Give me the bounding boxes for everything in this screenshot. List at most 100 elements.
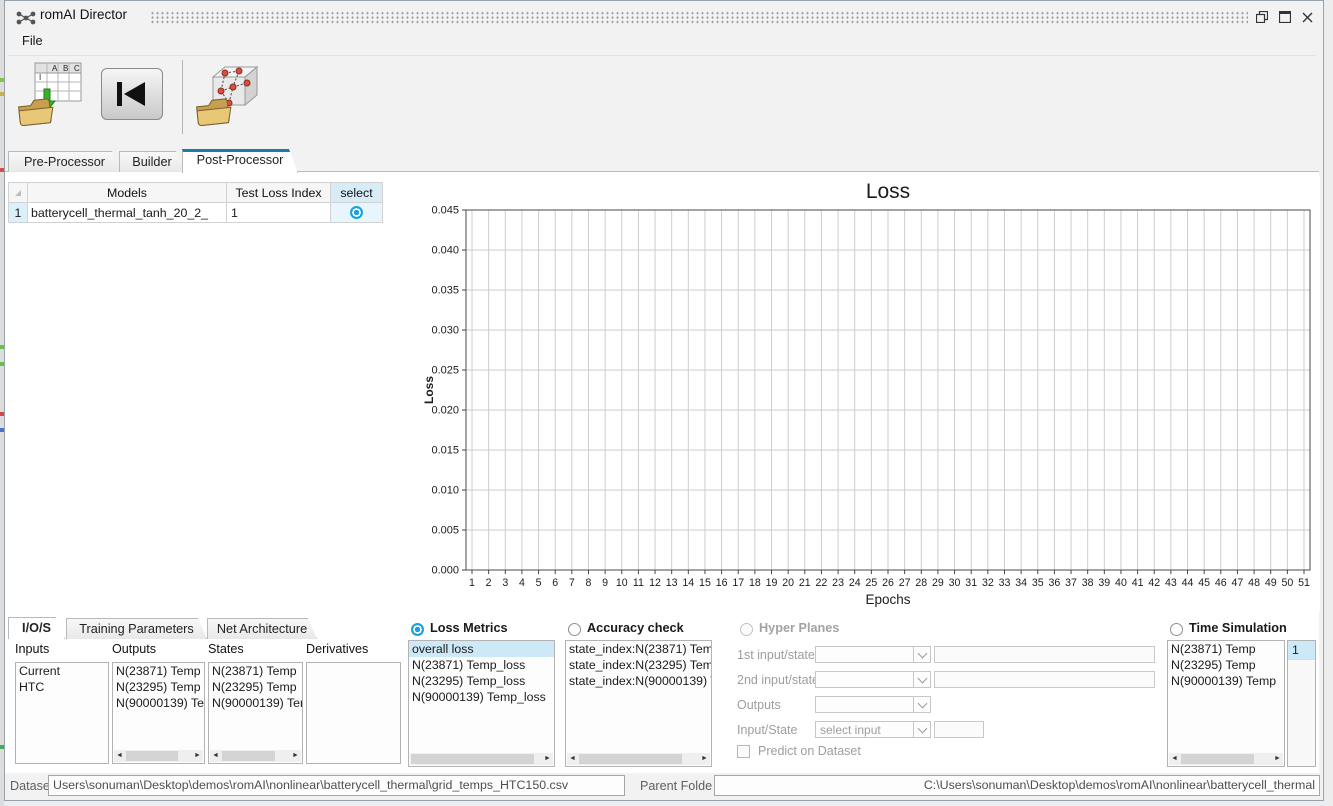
scroll-right-icon[interactable]: ►	[192, 750, 203, 762]
list-item[interactable]: N(90000139) Temp	[209, 695, 302, 711]
tab-ios[interactable]: I/O/S	[8, 617, 65, 639]
menu-file[interactable]: File	[18, 32, 47, 49]
svg-text:24: 24	[849, 577, 861, 589]
first-input-state-combo[interactable]	[815, 646, 931, 663]
svg-text:I: I	[39, 73, 41, 82]
list-item[interactable]: N(23871) Temp	[209, 663, 302, 679]
scroll-left-icon[interactable]: ◄	[210, 750, 221, 762]
row-header[interactable]: 1	[8, 203, 28, 223]
accuracy-check-radio[interactable]	[568, 623, 581, 636]
test-loss-index-cell[interactable]: 1	[227, 203, 331, 223]
tab-post-processor[interactable]: Post-Processor	[182, 149, 298, 173]
outputs-combo[interactable]	[815, 696, 931, 713]
scroll-thumb[interactable]	[411, 754, 534, 764]
list-item[interactable]: N(23295) Temp_loss	[409, 673, 554, 689]
list-item[interactable]: N(23295) Temp	[209, 679, 302, 695]
outputs-list[interactable]: N(23871) Temp N(23295) Temp N(90000139) …	[112, 662, 205, 764]
scroll-thumb[interactable]	[222, 751, 275, 761]
combo-arrow-box[interactable]	[913, 672, 930, 687]
svg-text:36: 36	[1049, 577, 1061, 589]
scroll-right-icon[interactable]: ►	[542, 753, 553, 765]
scroll-right-icon[interactable]: ►	[290, 750, 301, 762]
accuracy-check-list[interactable]: state_index:N(23871) Temp state_index:N(…	[565, 640, 712, 767]
derivatives-list[interactable]	[306, 662, 401, 764]
input-state-field[interactable]	[934, 721, 984, 738]
list-item[interactable]: N(23871) Temp	[1168, 641, 1284, 657]
scroll-right-icon[interactable]: ►	[699, 753, 710, 765]
svg-text:0.020: 0.020	[431, 405, 459, 417]
horizontal-scrollbar[interactable]: ◄ ►	[567, 753, 710, 765]
scroll-thumb[interactable]	[1181, 754, 1254, 764]
column-header-select[interactable]: select	[331, 182, 383, 203]
list-item[interactable]: N(23871) Temp_loss	[409, 657, 554, 673]
chevron-down-icon	[917, 723, 927, 733]
scroll-right-icon[interactable]: ►	[1272, 753, 1283, 765]
loss-metrics-radio[interactable]	[411, 623, 424, 636]
list-item[interactable]: N(90000139) Temp_loss	[409, 689, 554, 705]
first-input-state-field[interactable]	[934, 646, 1155, 663]
tab-builder[interactable]: Builder	[119, 151, 185, 172]
scroll-left-icon[interactable]: ◄	[1169, 753, 1180, 765]
combo-arrow-box[interactable]	[913, 697, 930, 712]
header-label: Test Loss Index	[235, 186, 321, 200]
list-item-selected[interactable]: overall loss	[409, 641, 554, 657]
list-item[interactable]: state_index:N(23871) Temp	[566, 641, 711, 657]
list-item[interactable]: N(23871) Temp	[113, 663, 204, 679]
time-simulation-radio[interactable]	[1170, 623, 1183, 636]
tab-pre-processor[interactable]: Pre-Processor	[8, 151, 121, 172]
list-item[interactable]: HTC	[16, 679, 108, 695]
tab-net-architecture[interactable]: Net Architecture	[207, 618, 317, 639]
dataset-path-field[interactable]: Users\sonuman\Desktop\demos\romAI\nonlin…	[48, 775, 625, 796]
horizontal-scrollbar[interactable]: ◄ ►	[114, 750, 203, 762]
time-simulation-list[interactable]: N(23871) Temp N(23295) Temp N(90000139) …	[1167, 640, 1285, 767]
inputs-list[interactable]: Current HTC	[15, 662, 109, 764]
float-icon[interactable]	[1253, 9, 1271, 25]
list-item[interactable]: N(90000139) Temp	[113, 695, 204, 711]
svg-text:B: B	[63, 64, 68, 73]
list-item[interactable]: N(23295) Temp	[1168, 657, 1284, 673]
index-cell[interactable]: 1	[1288, 641, 1315, 660]
parent-folder-path-field[interactable]: C:\Users\sonuman\Desktop\demos\romAI\non…	[714, 775, 1320, 796]
hyper-planes-radio[interactable]	[740, 623, 753, 636]
predict-on-dataset-checkbox[interactable]	[737, 745, 750, 758]
import-dataset-button[interactable]: A B C I	[16, 60, 84, 132]
model-name-cell[interactable]: batterycell_thermal_tanh_20_2_	[28, 203, 227, 223]
parent-folder-label: Parent Folder	[640, 779, 712, 793]
tab-training-parameters[interactable]: Training Parameters	[66, 618, 207, 639]
scroll-thumb[interactable]	[126, 751, 178, 761]
horizontal-scrollbar[interactable]: ◄ ►	[1169, 753, 1283, 765]
list-item[interactable]: state_index:N(90000139) Temp	[566, 673, 711, 689]
states-list[interactable]: N(23871) Temp N(23295) Temp N(90000139) …	[208, 662, 303, 764]
reset-button[interactable]	[101, 68, 163, 120]
loss-metrics-list[interactable]: overall loss N(23871) Temp_loss N(23295)…	[408, 640, 555, 767]
list-item[interactable]: state_index:N(23295) Temp	[566, 657, 711, 673]
titlebar-drag-texture[interactable]	[150, 11, 1248, 24]
svg-text:2: 2	[486, 577, 492, 589]
select-cell[interactable]	[331, 203, 383, 223]
dataset-path: Users\sonuman\Desktop\demos\romAI\nonlin…	[53, 778, 568, 792]
input-state-combo[interactable]: select input	[815, 721, 931, 738]
import-model-button[interactable]	[194, 60, 262, 132]
horizontal-scrollbar[interactable]: ◄ ►	[210, 750, 301, 762]
svg-text:18: 18	[749, 577, 761, 589]
maximize-icon[interactable]	[1276, 9, 1294, 25]
list-item[interactable]: N(90000139) Temp	[1168, 673, 1284, 689]
second-input-state-field[interactable]	[934, 671, 1155, 688]
horizontal-scrollbar[interactable]: ►	[410, 753, 553, 765]
second-input-state-combo[interactable]	[815, 671, 931, 688]
close-icon[interactable]	[1298, 9, 1316, 25]
scroll-left-icon[interactable]: ◄	[114, 750, 125, 762]
combo-arrow-box[interactable]	[913, 647, 930, 662]
scroll-thumb[interactable]	[579, 754, 682, 764]
column-header-models[interactable]: Models	[28, 182, 227, 203]
list-item[interactable]: N(23295) Temp	[113, 679, 204, 695]
column-header-test-loss-index[interactable]: Test Loss Index	[227, 182, 331, 203]
y-grid-and-ticks: 0.0000.0050.0100.0150.0200.0250.0300.035…	[431, 205, 1310, 577]
model-select-radio[interactable]	[350, 206, 363, 219]
scroll-left-icon[interactable]: ◄	[567, 753, 578, 765]
list-item[interactable]: Current	[16, 663, 108, 679]
combo-arrow-box[interactable]	[913, 722, 930, 737]
time-simulation-index-column[interactable]: 1	[1287, 640, 1316, 767]
svg-text:0.025: 0.025	[431, 365, 459, 377]
svg-text:34: 34	[1015, 577, 1027, 589]
